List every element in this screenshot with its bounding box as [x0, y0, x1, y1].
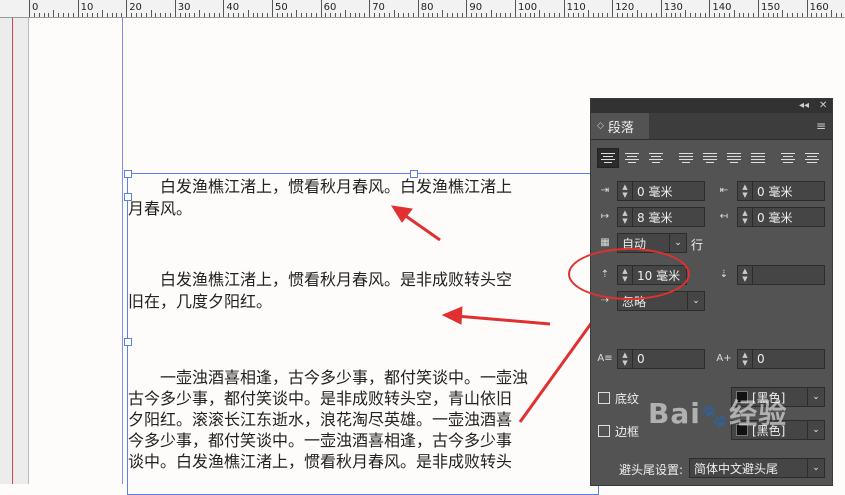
left-indent-icon: ⇥ — [600, 184, 610, 196]
last-line-indent-icon: ↤ — [719, 210, 729, 222]
close-icon[interactable]: ✕ — [819, 100, 827, 111]
baidu-watermark-logo: Bai🐾经验 — [648, 397, 788, 430]
grid-unit-label: 行 — [691, 238, 704, 252]
justify-all-button[interactable] — [747, 148, 769, 168]
last-line-indent-field[interactable]: ▲ ▼ 0 毫米 — [737, 207, 825, 227]
panel-titlebar[interactable]: ◂◂ ✕ — [591, 99, 832, 113]
first-line-indent-field[interactable]: ▲ ▼ 8 毫米 — [617, 207, 705, 227]
panel-menu-icon[interactable]: ≡ — [816, 119, 826, 133]
tab-paragraph[interactable]: ◇ 段落 — [591, 113, 649, 139]
left-indent-field[interactable]: ▲ ▼ 0 毫米 — [617, 181, 705, 201]
shading-checkbox[interactable] — [598, 392, 610, 404]
justify-center-button[interactable] — [699, 148, 721, 168]
right-indent-icon: ⇤ — [719, 184, 729, 196]
chevron-down-icon: ⌄ — [687, 292, 704, 310]
drop-cap-lines-icon: A≡ — [597, 352, 613, 364]
space-after-field[interactable]: ▲ ▼ — [737, 265, 825, 285]
right-indent-field[interactable]: ▲ ▼ 0 毫米 — [737, 181, 825, 201]
border-label: 边框 — [615, 425, 640, 439]
annotation-circle — [568, 248, 690, 300]
align-center-button[interactable] — [621, 148, 643, 168]
justify-left-button[interactable] — [675, 148, 697, 168]
kinsoku-select[interactable]: 简体中文避头尾 ⌄ — [689, 458, 825, 478]
annotation-arrowhead — [441, 306, 463, 325]
align-left-button[interactable] — [597, 148, 619, 168]
tab-label: 段落 — [607, 120, 634, 136]
kinsoku-select-value: 简体中文避头尾 — [694, 461, 779, 476]
chevron-down-icon: ⌄ — [807, 459, 824, 477]
chevron-down-icon: ⌄ — [807, 421, 824, 439]
align-away-spine-button[interactable] — [801, 148, 823, 168]
space-after-icon: ⇣ — [719, 268, 729, 280]
border-checkbox[interactable] — [598, 425, 610, 437]
expand-icon[interactable]: ◇ — [597, 121, 604, 131]
annotation-arrow — [455, 314, 551, 326]
panel-tabbar: ◇ 段落 ≡ — [591, 113, 832, 140]
kinsoku-label: 避头尾设置: — [619, 463, 684, 477]
collapse-icon[interactable]: ◂◂ — [799, 100, 809, 111]
justify-right-button[interactable] — [723, 148, 745, 168]
drop-cap-chars-icon: A+ — [716, 352, 732, 364]
align-right-button[interactable] — [645, 148, 667, 168]
drop-cap-chars-field[interactable]: ▲ ▼ 0 — [737, 349, 825, 369]
drop-cap-lines-field[interactable]: ▲ ▼ 0 — [617, 349, 705, 369]
first-line-indent-icon: ↦ — [600, 210, 610, 222]
align-towards-spine-button[interactable] — [777, 148, 799, 168]
chevron-down-icon: ⌄ — [669, 234, 686, 252]
chevron-down-icon: ⌄ — [807, 388, 824, 406]
shading-label: 底纹 — [615, 392, 640, 406]
alignment-buttons — [597, 148, 823, 168]
